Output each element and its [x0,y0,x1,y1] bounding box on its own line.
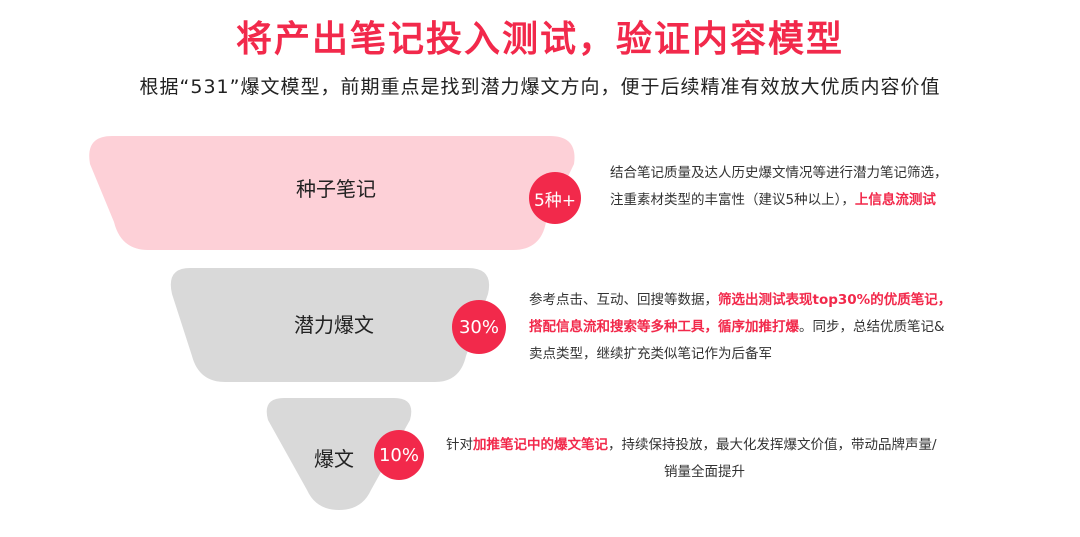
stage-badge-hit: 10% [374,430,424,480]
desc-line: 参考点击、互动、回搜等数据，筛选出测试表现top30%的优质笔记， [529,292,952,308]
stage-desc-seed: 结合笔记质量及达人历史爆文情况等进行潜力笔记筛选， 注重素材类型的丰富性（建议5… [610,160,948,214]
desc-line: 注重素材类型的丰富性（建议5种以上），上信息流测试 [610,192,936,208]
desc-line: 结合笔记质量及达人历史爆文情况等进行潜力笔记筛选， [610,165,948,181]
stage-label-potential: 潜力爆文 [294,313,374,337]
stage-label-seed: 种子笔记 [296,177,376,201]
stage-badge-seed: 5种+ [529,172,581,224]
highlight-text: 上信息流测试 [854,192,936,208]
stage-desc-potential: 参考点击、互动、回搜等数据，筛选出测试表现top30%的优质笔记， 搭配信息流和… [529,287,951,368]
desc-line: 搭配信息流和搜索等多种工具，循序加推打爆。同步，总结优质笔记& [529,319,945,335]
highlight-text: 加推笔记中的爆文笔记 [473,437,608,453]
desc-line: 针对加推笔记中的爆文笔记，持续保持投放，最大化发挥爆文价值，带动品牌声量/ [446,437,937,453]
stage-badge-potential: 30% [452,300,506,354]
desc-line: 销量全面提升 [664,464,745,480]
stage-desc-hit: 针对加推笔记中的爆文笔记，持续保持投放，最大化发挥爆文价值，带动品牌声量/ 销量… [446,432,937,486]
stage-label-hit: 爆文 [314,447,354,471]
highlight-text: 筛选出测试表现top30%的优质笔记， [718,292,952,308]
desc-line: 卖点类型，继续扩充类似笔记作为后备军 [529,346,772,362]
highlight-text: 搭配信息流和搜索等多种工具，循序加推打爆 [529,319,799,335]
